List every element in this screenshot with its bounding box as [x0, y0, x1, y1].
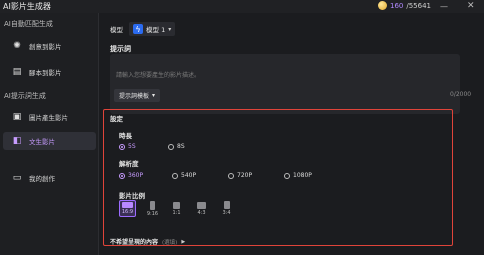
sidebar-item-label: 我的創作: [29, 175, 55, 183]
sidebar-item-label: 文生影片: [29, 138, 55, 146]
radio-selected-icon: [119, 172, 125, 179]
aspect-option-16-9[interactable]: 16:9: [119, 200, 136, 217]
lightning-icon: ϟ: [133, 24, 143, 34]
settings-panel: 設定 時長 5S 8S 解析度 360P 540P 720P 1080P 影片比…: [103, 109, 453, 246]
sidebar-item-my-creations[interactable]: ▭ 我的創作: [3, 169, 96, 187]
option-label: 1080P: [293, 172, 312, 179]
option-label: 540P: [181, 172, 197, 179]
chevron-right-icon: ▶: [181, 238, 186, 245]
portrait-icon: [223, 201, 230, 209]
landscape-icon: [197, 201, 206, 209]
app-title: AI影片生成器: [3, 2, 51, 11]
option-label: 360P: [128, 172, 144, 179]
prompt-input[interactable]: 請輸入您想要產生的影片描述。 提示詞模板 ▾ 0/2000: [110, 54, 471, 114]
sidebar-section-prompt: AI提示詞生成: [4, 92, 46, 100]
square-icon: [173, 201, 180, 209]
script-icon: ▤: [12, 67, 22, 77]
aspect-ratio-label: 影片比例: [119, 192, 145, 200]
prompt-template-button[interactable]: 提示詞模板 ▾: [114, 89, 161, 102]
aspect-option-9-16[interactable]: 9:16: [144, 200, 161, 217]
prompt-label: 提示詞: [110, 45, 131, 53]
model-value: 模型 1: [146, 26, 166, 34]
aspect-option-4-3[interactable]: 4:3: [193, 200, 210, 217]
prompt-placeholder: 請輸入您想要產生的影片描述。: [116, 72, 201, 79]
sidebar-item-label: 創意到影片: [29, 43, 62, 51]
sidebar-item-script-to-video[interactable]: ▤ 腳本到影片: [3, 63, 96, 81]
char-counter: 0/2000: [450, 91, 472, 98]
sidebar: AI自動匹配生成 ✺ 創意到影片 ▤ 腳本到影片 AI提示詞生成 ▣ 圖片產生影…: [0, 13, 99, 255]
option-label: 4:3: [197, 209, 206, 216]
aspect-option-1-1[interactable]: 1:1: [168, 200, 185, 217]
sidebar-item-image-to-video[interactable]: ▣ 圖片產生影片: [3, 108, 96, 126]
chevron-down-icon: ▾: [152, 92, 156, 99]
minimize-icon[interactable]: —: [440, 2, 448, 11]
radio-icon: [168, 143, 174, 150]
text-video-icon: ◧: [12, 136, 22, 146]
chevron-down-icon: ▾: [168, 25, 172, 33]
template-button-label: 提示詞模板: [119, 93, 150, 100]
duration-label: 時長: [119, 132, 132, 140]
radio-icon: [172, 172, 178, 179]
close-icon[interactable]: ✕: [467, 1, 475, 11]
scrollbar[interactable]: [476, 13, 484, 255]
credits-display[interactable]: 160 /55641: [378, 1, 431, 10]
image-icon: ▣: [12, 112, 22, 122]
option-label: 720P: [237, 172, 253, 179]
option-label: 16:9: [121, 209, 134, 215]
radio-icon: [228, 172, 234, 179]
main-panel: 模型 ϟ 模型 1 ▾ 提示詞 請輸入您想要產生的影片描述。 提示詞模板 ▾ 0…: [100, 13, 471, 255]
coin-icon: [378, 1, 387, 10]
bulb-icon: ✺: [13, 41, 21, 51]
negative-prompt-label: 不希望呈現的內容: [110, 239, 159, 246]
title-bar: AI影片生成器 160 /55641 — ✕: [0, 0, 484, 13]
landscape-icon: [122, 202, 133, 208]
resolution-option-720p[interactable]: 720P: [228, 172, 252, 179]
option-label: 5S: [128, 143, 136, 150]
radio-selected-icon: [119, 143, 125, 150]
optional-tag: (選填): [162, 239, 178, 246]
negative-prompt-toggle[interactable]: 不希望呈現的內容 (選填) ▶: [110, 237, 186, 247]
resolution-option-360p[interactable]: 360P: [119, 172, 143, 179]
option-label: 3:4: [222, 210, 231, 216]
settings-title: 設定: [110, 115, 123, 123]
resolution-label: 解析度: [119, 160, 139, 168]
model-select[interactable]: ϟ 模型 1 ▾: [129, 22, 176, 36]
duration-option-8s[interactable]: 8S: [168, 143, 185, 150]
option-label: 8S: [177, 143, 185, 150]
sidebar-item-label: 圖片產生影片: [29, 114, 68, 122]
option-label: 9:16: [146, 210, 159, 217]
radio-icon: [284, 172, 290, 179]
sidebar-item-label: 腳本到影片: [29, 69, 62, 77]
model-row: 模型 ϟ 模型 1 ▾: [110, 22, 176, 36]
portrait-icon: [150, 200, 155, 210]
sidebar-section-auto: AI自動匹配生成: [4, 20, 53, 28]
sidebar-item-idea-to-video[interactable]: ✺ 創意到影片: [3, 37, 96, 55]
option-label: 1:1: [172, 209, 181, 216]
model-label: 模型: [110, 26, 123, 34]
credits-current: 160: [390, 1, 404, 10]
duration-option-5s[interactable]: 5S: [119, 143, 136, 150]
folder-icon: ▭: [12, 173, 22, 183]
credits-total: /55641: [406, 1, 432, 10]
sidebar-item-text-to-video[interactable]: ◧ 文生影片: [3, 132, 96, 150]
resolution-option-1080p[interactable]: 1080P: [284, 172, 312, 179]
resolution-option-540p[interactable]: 540P: [172, 172, 196, 179]
aspect-option-3-4[interactable]: 3:4: [218, 200, 235, 217]
